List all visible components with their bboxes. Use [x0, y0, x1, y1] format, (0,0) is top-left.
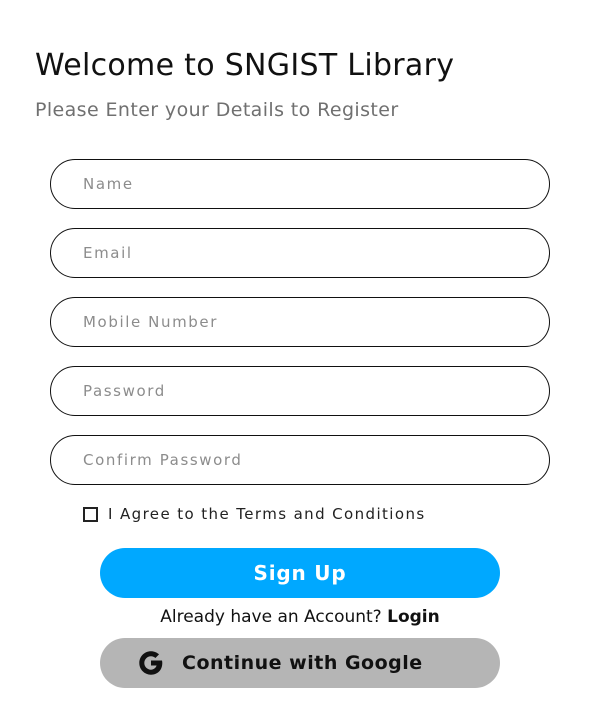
login-prompt-text: Already have an Account? [160, 607, 382, 627]
terms-agreement[interactable]: I Agree to the Terms and Conditions [83, 505, 426, 523]
google-g-icon [139, 651, 163, 675]
confirm-password-input[interactable] [50, 435, 550, 485]
terms-checkbox[interactable] [83, 506, 98, 522]
sign-up-button[interactable]: Sign Up [100, 548, 500, 598]
google-button-label: Continue with Google [182, 652, 423, 674]
name-input[interactable] [50, 159, 550, 209]
terms-label: I Agree to the Terms and Conditions [108, 505, 426, 523]
page-subtitle: Please Enter your Details to Register [35, 99, 399, 121]
email-input[interactable] [50, 228, 550, 278]
login-link[interactable]: Login [387, 607, 440, 627]
mobile-number-input[interactable] [50, 297, 550, 347]
register-page: Welcome to SNGIST Library Please Enter y… [0, 0, 600, 712]
login-prompt: Already have an Account? Login [0, 607, 600, 627]
continue-with-google-button[interactable]: Continue with Google [100, 638, 500, 688]
password-input[interactable] [50, 366, 550, 416]
page-title: Welcome to SNGIST Library [35, 48, 455, 83]
